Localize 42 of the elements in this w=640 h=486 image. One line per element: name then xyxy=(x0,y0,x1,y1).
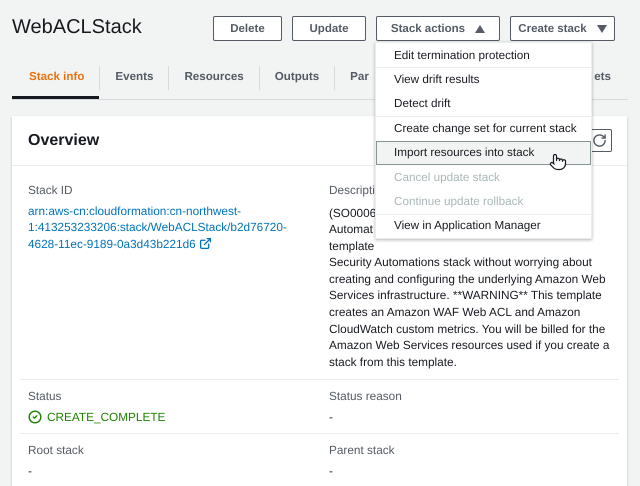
description-text: creates an Amazon WAF Web ACL and Amazon xyxy=(329,304,580,321)
field-value: - xyxy=(329,462,333,480)
external-link-icon xyxy=(199,236,212,250)
description-text: template xyxy=(329,238,374,254)
hand-pointer-icon xyxy=(549,153,567,171)
action-button[interactable]: Update xyxy=(292,16,366,41)
description-text: Services infrastructure. **WARNING** This template xyxy=(329,287,602,304)
menu-item[interactable]: Create change set for current stack xyxy=(376,116,591,141)
field-label: Root stack xyxy=(28,442,85,459)
description-text: Amazon Web Services resources used if you create a xyxy=(329,337,610,354)
tab[interactable]: Events xyxy=(100,56,168,99)
field-label: Stack ID xyxy=(28,182,74,198)
field-label: Status reason xyxy=(329,388,403,405)
description-text: creating and configuring the underlying Amazon Web xyxy=(329,270,606,288)
field-value: - xyxy=(329,408,333,426)
tab[interactable]: Outputs xyxy=(260,56,334,99)
card-title: Overview xyxy=(28,132,100,150)
field-value: - xyxy=(28,462,32,480)
menu-item[interactable]: Detect drift xyxy=(376,92,591,116)
tab[interactable]: Resources xyxy=(169,56,259,99)
stack-id-link[interactable]: arn:aws-cn:cloudformation:cn-northwest-1:413253233206:stack/WebACLStack/b2d76720-4628-11ec-9189-0a3d43b221d6 xyxy=(28,202,298,252)
status-value: CREATE_COMPLETE xyxy=(47,408,166,426)
description-text: stack from this template. xyxy=(329,354,457,370)
field-label: Parent stack xyxy=(329,442,396,459)
menu-item[interactable]: View in Application Manager xyxy=(376,214,591,238)
description-text: CloudWatch custom metrics. You will be billed for the xyxy=(329,320,606,338)
field-label: Descripti xyxy=(329,182,376,198)
page-title: WebACLStack xyxy=(12,16,143,38)
field-label: Status xyxy=(28,388,62,405)
description-text: Automat xyxy=(329,221,373,238)
caret-icon xyxy=(596,24,607,32)
action-button[interactable]: Delete xyxy=(213,16,282,41)
menu-item[interactable]: View drift results xyxy=(376,67,591,92)
menu-item[interactable]: Import resources into stack xyxy=(376,140,591,165)
refresh-icon xyxy=(592,133,606,148)
caret-icon xyxy=(475,24,486,32)
check-circle-icon xyxy=(28,410,42,424)
dropdown-button[interactable]: Stack actions xyxy=(376,16,500,41)
description-text: (SO0006 xyxy=(329,204,376,222)
description-text: Security Automations stack without worrying about xyxy=(329,254,592,271)
menu-item[interactable]: Edit termination protection xyxy=(376,43,591,68)
dropdown-button[interactable]: Create stack xyxy=(510,16,615,41)
